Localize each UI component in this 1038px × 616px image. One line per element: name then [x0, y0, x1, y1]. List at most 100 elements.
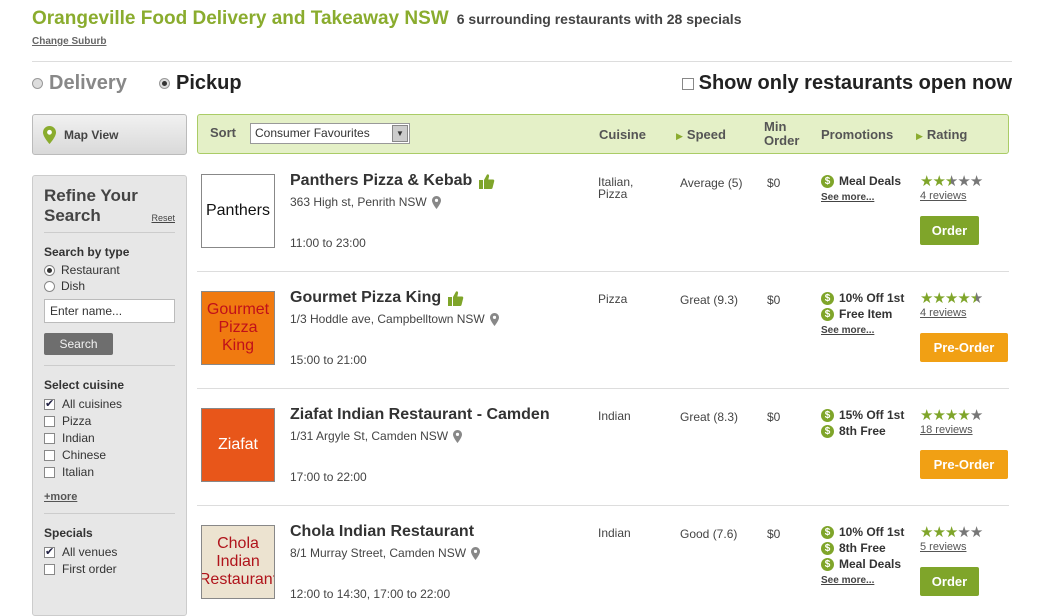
min-order-header: Min Order [764, 120, 804, 148]
specials-list: All venues First order [44, 545, 175, 576]
restaurant-logo[interactable]: Chola Indian Restaurant [201, 525, 275, 599]
promotion-label: Free Item [839, 307, 893, 321]
order-mode-row: Delivery Pickup Show only restaurants op… [32, 72, 1012, 100]
change-suburb-link[interactable]: Change Suburb [32, 36, 1012, 47]
promotion-item: $15% Off 1st [821, 407, 916, 423]
dollar-icon: $ [821, 557, 834, 571]
promotion-label: 10% Off 1st [839, 291, 905, 305]
speed-sort-header[interactable]: ▶ Speed [676, 127, 726, 142]
restaurant-logo[interactable]: Panthers [201, 174, 275, 248]
star-icon: ★ [957, 523, 970, 541]
cuisine-option[interactable]: Italian [44, 465, 175, 479]
star-icon: ★ [920, 406, 933, 424]
restaurant-address-text: 1/3 Hoddle ave, Campbelltown NSW [290, 312, 485, 326]
rating-sort-header[interactable]: ▶ Rating [916, 127, 967, 142]
restaurant-cuisine: Pizza [598, 293, 627, 305]
cuisine-checkbox[interactable] [44, 449, 55, 461]
reset-link[interactable]: Reset [151, 213, 175, 223]
restaurant-logo-text: Panthers [205, 202, 271, 219]
dropdown-arrow-icon[interactable]: ▼ [392, 125, 408, 142]
restaurant-promotions: $ Meal Deals See more... [821, 173, 916, 203]
promotion-label: 15% Off 1st [839, 408, 905, 422]
star-icon: ★ [944, 523, 958, 541]
pickup-option[interactable]: Pickup [159, 72, 242, 95]
cuisine-checkbox[interactable] [44, 415, 55, 427]
restaurant-address-text: 363 High st, Penrith NSW [290, 195, 427, 209]
star-icon: ★ [969, 172, 983, 190]
sort-bar: Sort Consumer Favourites ▼ Cuisine ▶ Spee… [197, 114, 1009, 154]
specials-option[interactable]: All venues [44, 545, 175, 559]
see-more-link[interactable]: See more... [821, 575, 916, 586]
restaurant-logo[interactable]: Ziafat [201, 408, 275, 482]
map-pin-icon [471, 546, 481, 560]
restaurant-cuisine: Indian [598, 527, 631, 539]
sidebar-divider [44, 365, 175, 366]
restaurant-name[interactable]: Chola Indian Restaurant [290, 523, 474, 541]
name-search-input[interactable] [44, 299, 175, 323]
cuisine-checkbox[interactable] [44, 432, 55, 444]
cuisine-option[interactable]: All cuisines [44, 397, 175, 411]
cuisine-label: Indian [62, 431, 95, 445]
cuisine-option[interactable]: Chinese [44, 448, 175, 462]
restaurant-name[interactable]: Panthers Pizza & Kebab [290, 172, 495, 190]
sort-dropdown[interactable]: Consumer Favourites ▼ [250, 123, 410, 144]
open-now-filter[interactable]: Show only restaurants open now [681, 72, 1012, 95]
restaurant-name[interactable]: Gourmet Pizza King [290, 289, 464, 307]
restaurant-address: 1/3 Hoddle ave, Campbelltown NSW [290, 312, 499, 326]
type-restaurant-option[interactable]: Restaurant [44, 263, 175, 277]
min-order-label-line2: Order [764, 133, 800, 148]
restaurant-name-text: Panthers Pizza & Kebab [290, 172, 473, 189]
cuisine-checkbox[interactable] [44, 466, 55, 478]
search-button[interactable]: Search [44, 333, 113, 355]
specials-checkbox[interactable] [44, 545, 55, 558]
promotion-label: 10% Off 1st [839, 525, 905, 539]
star-icon: ★ [932, 406, 945, 424]
cuisine-option[interactable]: Indian [44, 431, 175, 445]
type-restaurant-radio[interactable] [44, 264, 55, 276]
search-type-heading: Search by type [44, 245, 130, 259]
star-icon: ★ [969, 289, 983, 307]
type-dish-label: Dish [61, 279, 86, 293]
restaurant-logo[interactable]: Gourmet Pizza King [201, 291, 275, 365]
delivery-radio[interactable] [32, 78, 43, 89]
see-more-link[interactable]: See more... [821, 192, 916, 203]
cuisine-checkbox[interactable] [44, 397, 55, 410]
star-icon: ★ [957, 406, 970, 424]
restaurant-logo-text: Chola Indian Restaurant [201, 535, 275, 588]
restaurant-count: 6 surrounding restaurants with 28 specia… [456, 11, 742, 27]
specials-heading: Specials [44, 526, 93, 540]
order-button[interactable]: Order [920, 216, 979, 245]
more-cuisines-link[interactable]: +more [44, 491, 175, 503]
restaurant-rating: ★ ★ ★ ★ ★ 4 reviews [920, 289, 983, 320]
open-now-checkbox[interactable] [681, 77, 694, 90]
delivery-option[interactable]: Delivery [32, 72, 127, 95]
restaurant-speed: Great (8.3) [680, 410, 739, 424]
restaurant-name[interactable]: Ziafat Indian Restaurant - Camden [290, 406, 550, 424]
reviews-link[interactable]: 4 reviews [920, 307, 982, 319]
dollar-icon: $ [821, 541, 834, 555]
pre-order-button[interactable]: Pre-Order [920, 450, 1008, 479]
restaurant-row: Chola Indian Restaurant Chola Indian Rest… [197, 506, 1009, 616]
reviews-link[interactable]: 4 reviews [920, 190, 982, 202]
specials-checkbox[interactable] [44, 563, 55, 575]
map-view-button[interactable]: Map View [32, 114, 187, 155]
order-button[interactable]: Order [920, 567, 979, 596]
pickup-radio[interactable] [159, 78, 170, 89]
restaurant-address: 363 High st, Penrith NSW [290, 195, 441, 209]
restaurant-cuisine-line1: Indian [598, 409, 631, 423]
sidebar-divider [44, 513, 175, 514]
pre-order-button[interactable]: Pre-Order [920, 333, 1008, 362]
reviews-link[interactable]: 5 reviews [920, 541, 982, 553]
type-dish-option[interactable]: Dish [44, 279, 175, 293]
specials-option[interactable]: First order [44, 562, 175, 576]
map-view-label: Map View [64, 127, 119, 142]
header-divider [32, 61, 1012, 62]
cuisine-option[interactable]: Pizza [44, 414, 175, 428]
restaurant-min-order: $0 [767, 176, 781, 190]
type-dish-radio[interactable] [44, 280, 55, 292]
see-more-link[interactable]: See more... [821, 325, 916, 336]
restaurant-min-order: $0 [767, 293, 781, 307]
restaurant-address-text: 8/1 Murray Street, Camden NSW [290, 546, 467, 560]
reviews-link[interactable]: 18 reviews [920, 424, 982, 436]
thumbs-up-icon [448, 290, 464, 306]
